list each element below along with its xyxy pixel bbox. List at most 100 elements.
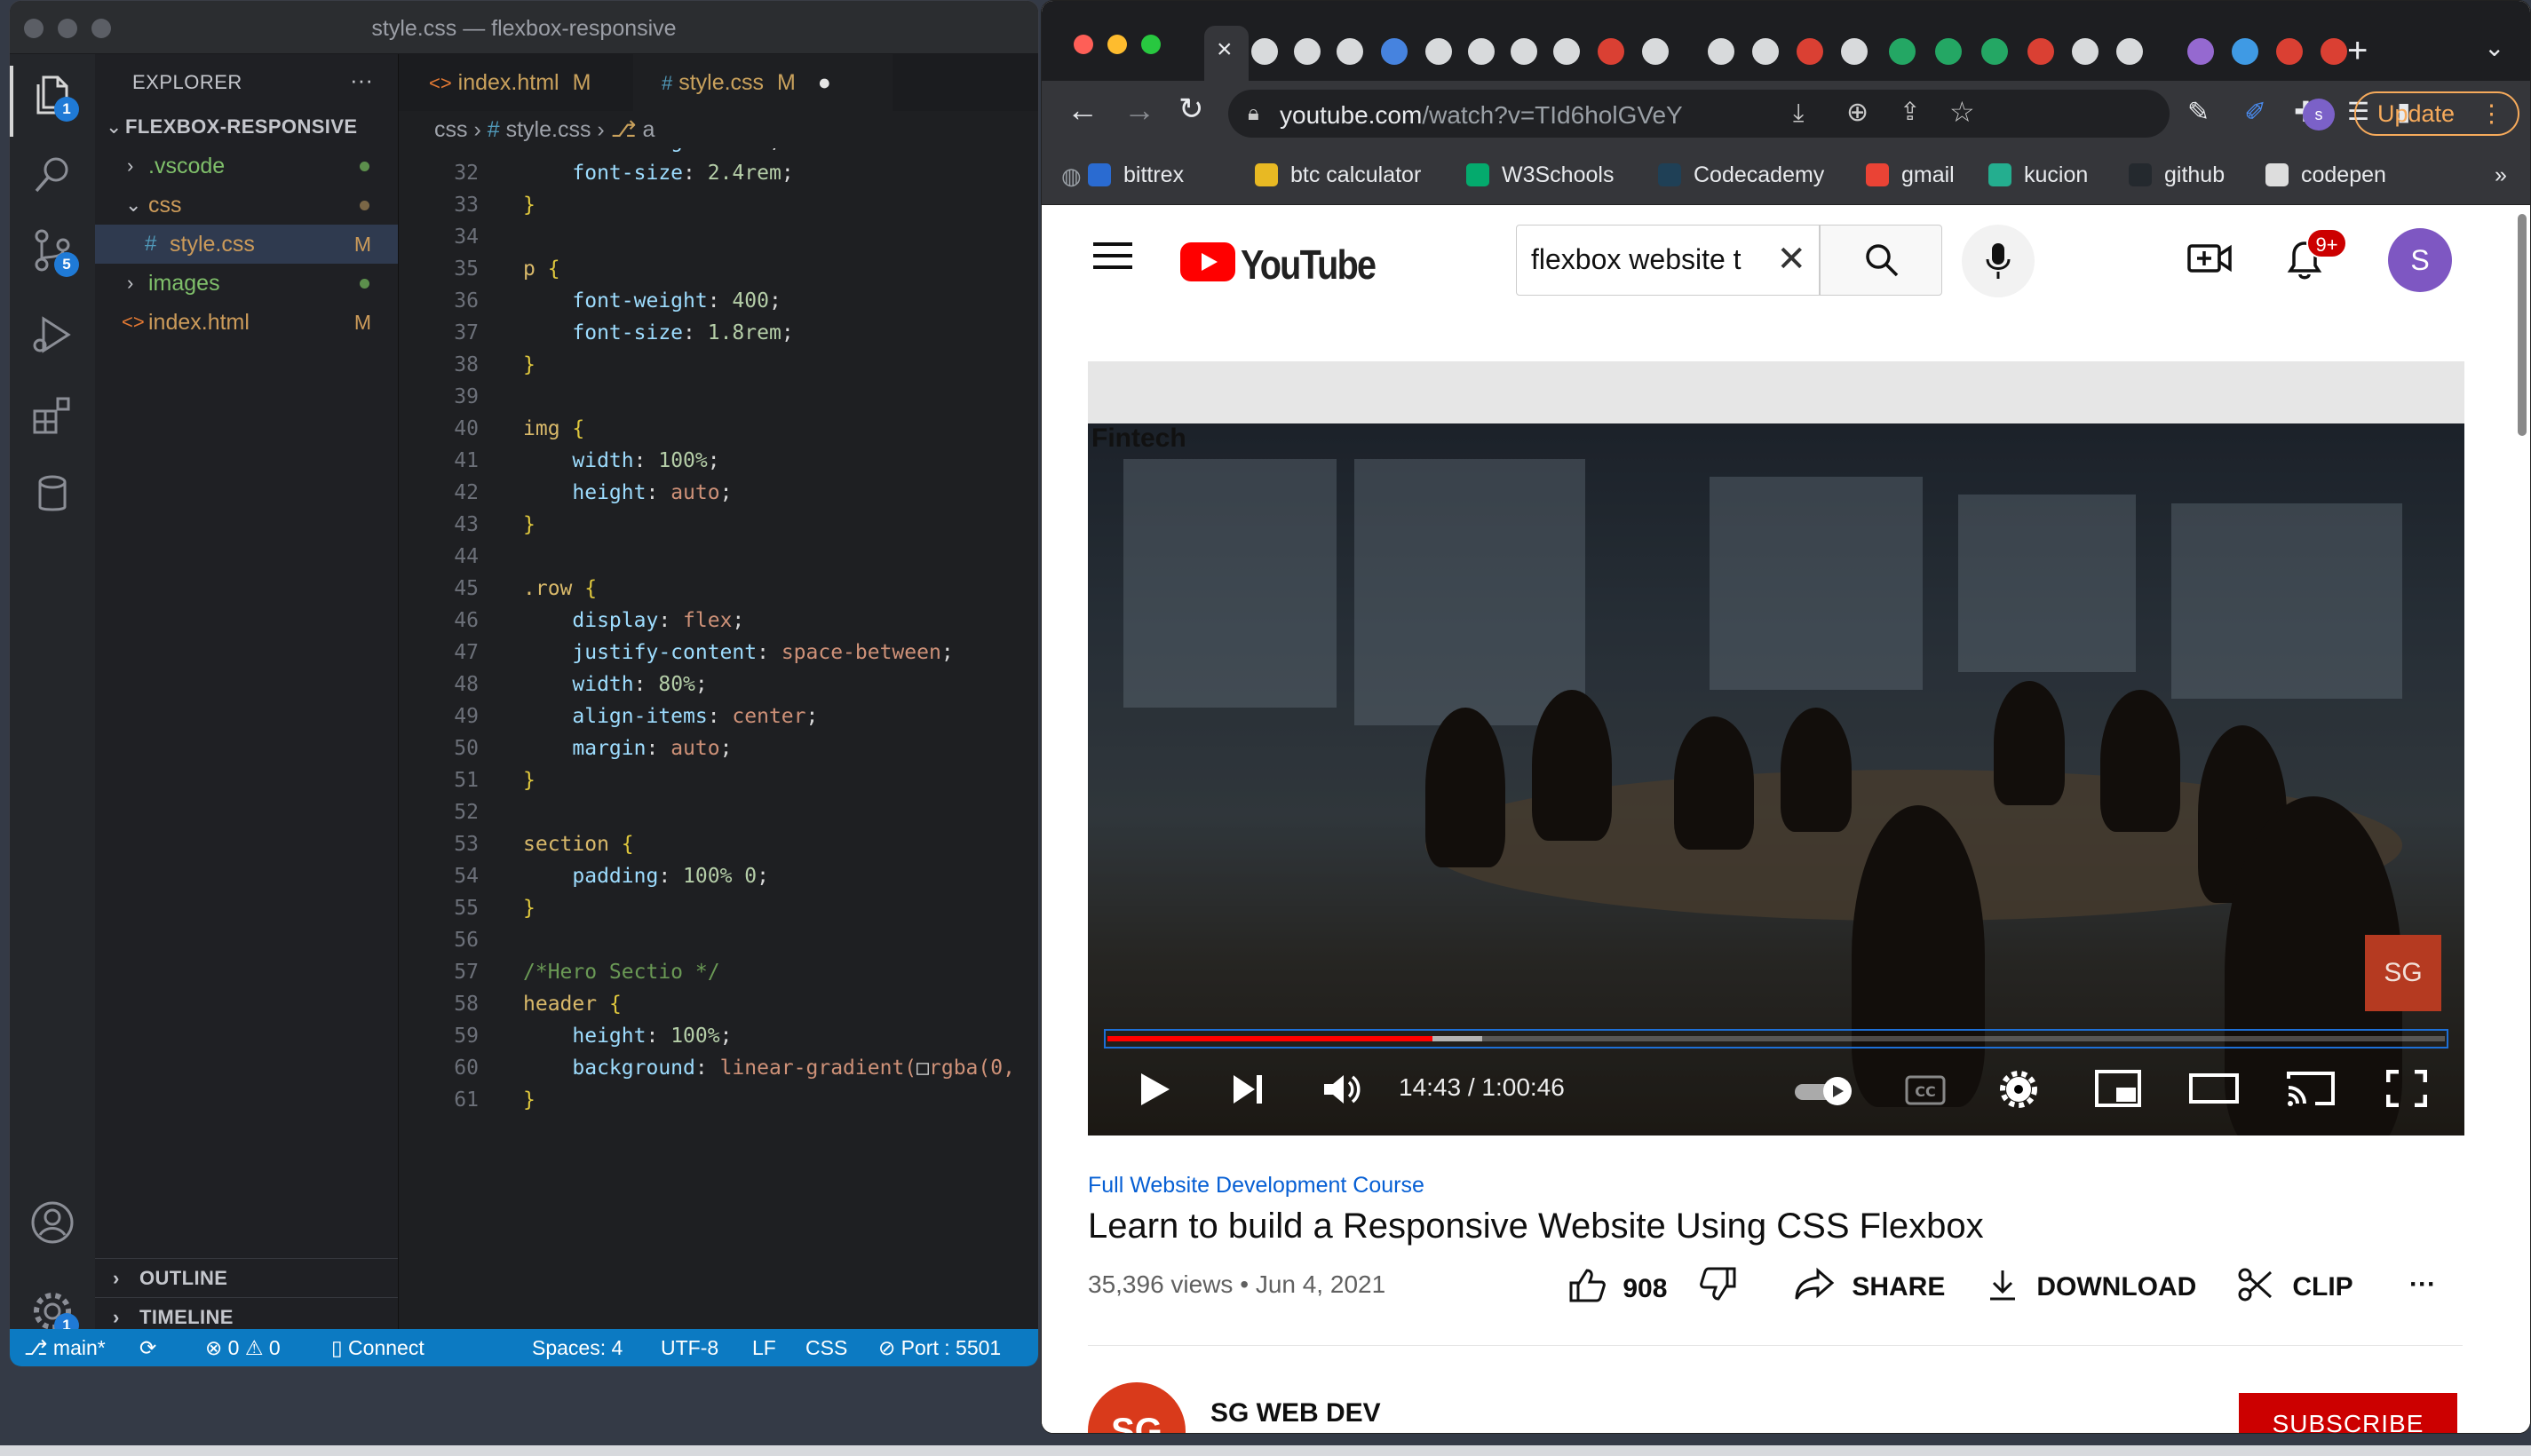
bookmark-gmail[interactable]: gmail bbox=[1866, 162, 1955, 188]
code-line[interactable]: 59 height: 100%; bbox=[399, 1020, 1038, 1052]
code-line[interactable]: 35 p { bbox=[399, 253, 1038, 285]
active-tab[interactable]: × bbox=[1204, 26, 1249, 81]
source-control-icon[interactable]: 5 bbox=[29, 227, 79, 277]
voice-search-button[interactable] bbox=[1962, 225, 2035, 297]
clip-button[interactable]: CLIP bbox=[2237, 1267, 2353, 1305]
tab-style-css[interactable]: # style.css M ● bbox=[633, 54, 893, 111]
bookmark-bittrex[interactable]: bittrex bbox=[1088, 162, 1184, 188]
bookmarks-overflow-button[interactable]: » bbox=[2495, 162, 2507, 188]
reload-icon[interactable]: ↻ bbox=[1178, 91, 1204, 127]
like-button[interactable]: 908 bbox=[1567, 1267, 1667, 1307]
pinned-tab-favicon[interactable] bbox=[1841, 38, 1868, 65]
account-avatar[interactable]: S bbox=[2388, 228, 2452, 292]
code-editor[interactable]: 31 font-weight: 800;32 font-size: 2.4rem… bbox=[399, 148, 1038, 1329]
forward-icon[interactable]: → bbox=[1123, 91, 1155, 129]
sync-icon[interactable]: ⟳ bbox=[139, 1329, 156, 1366]
volume-button[interactable] bbox=[1321, 1070, 1363, 1109]
code-line[interactable]: 45 .row { bbox=[399, 573, 1038, 605]
video-player[interactable]: Fintech SG 14:43 / 1:00:46 CC bbox=[1088, 361, 2464, 1136]
search-box[interactable]: ✕ bbox=[1516, 225, 1820, 296]
zoom-window-button[interactable] bbox=[1141, 35, 1161, 54]
code-line[interactable]: 40 img { bbox=[399, 413, 1038, 445]
search-button[interactable] bbox=[1820, 225, 1942, 296]
account-icon[interactable] bbox=[29, 1199, 75, 1246]
more-actions-button[interactable]: ··· bbox=[350, 67, 373, 94]
channel-name[interactable]: SG WEB DEV bbox=[1210, 1398, 1381, 1428]
progress-bar[interactable] bbox=[1107, 1036, 2445, 1041]
code-line[interactable]: 32 font-size: 2.4rem; bbox=[399, 157, 1038, 189]
install-icon[interactable]: ⤓ bbox=[1793, 99, 1804, 128]
code-line[interactable]: 38} bbox=[399, 349, 1038, 381]
create-video-icon[interactable] bbox=[2187, 241, 2232, 276]
breadcrumb-item[interactable]: css bbox=[434, 117, 468, 142]
code-line[interactable]: 53 section { bbox=[399, 828, 1038, 860]
live-server-status[interactable]: ⊘ Port : 5501 bbox=[878, 1329, 1001, 1366]
bookmark-w3schools[interactable]: W3Schools bbox=[1466, 162, 1614, 188]
search-input[interactable] bbox=[1531, 243, 1762, 276]
new-tab-button[interactable]: + bbox=[2347, 31, 2368, 71]
pinned-tab-favicon[interactable] bbox=[1642, 38, 1669, 65]
next-button[interactable] bbox=[1230, 1070, 1266, 1109]
play-button[interactable] bbox=[1138, 1070, 1173, 1109]
pinned-tab-favicon[interactable] bbox=[2116, 38, 2143, 65]
pinned-tab-favicon[interactable] bbox=[1251, 38, 1278, 65]
branch-status[interactable]: ⎇ main* bbox=[24, 1329, 106, 1366]
pinned-tab-favicon[interactable] bbox=[1598, 38, 1624, 65]
code-line[interactable]: 37 font-size: 1.8rem; bbox=[399, 317, 1038, 349]
encoding-status[interactable]: UTF-8 bbox=[661, 1329, 718, 1366]
subscribe-button[interactable]: SUBSCRIBE bbox=[2239, 1393, 2457, 1433]
tab-search-icon[interactable]: ⌄ bbox=[2484, 33, 2504, 62]
code-line[interactable]: 47 justify-content: space-between; bbox=[399, 637, 1038, 669]
bookmark-kucion[interactable]: kucion bbox=[1988, 162, 2088, 188]
code-line[interactable]: 49 align-items: center; bbox=[399, 700, 1038, 732]
share-icon[interactable]: ⇪ bbox=[1900, 97, 1920, 126]
indentation-status[interactable]: Spaces: 4 bbox=[532, 1329, 623, 1366]
close-icon[interactable]: × bbox=[1217, 35, 1233, 65]
code-line[interactable]: 58 header { bbox=[399, 988, 1038, 1020]
playlist-link[interactable]: Full Website Development Course bbox=[1088, 1173, 1424, 1199]
page-scrollbar[interactable] bbox=[2518, 214, 2527, 436]
pinned-tab-favicon[interactable] bbox=[1797, 38, 1823, 65]
pinned-tab-favicon[interactable] bbox=[1425, 38, 1452, 65]
outline-section[interactable]: › OUTLINE bbox=[95, 1258, 398, 1297]
code-line[interactable]: 43} bbox=[399, 509, 1038, 541]
pinned-tab-favicon[interactable] bbox=[2072, 38, 2099, 65]
bookmark-star-icon[interactable]: ☆ bbox=[1949, 95, 1975, 129]
code-line[interactable]: 54 padding: 100% 0; bbox=[399, 860, 1038, 892]
code-line[interactable]: 46 display: flex; bbox=[399, 605, 1038, 637]
code-line[interactable]: 33} bbox=[399, 189, 1038, 221]
code-line[interactable]: 56 bbox=[399, 924, 1038, 956]
code-line[interactable]: 41 width: 100%; bbox=[399, 445, 1038, 477]
breadcrumb-item[interactable]: a bbox=[642, 117, 655, 142]
pen-extension-icon[interactable]: ✎ bbox=[2187, 97, 2210, 128]
color-extension-icon[interactable]: ✐ bbox=[2244, 97, 2266, 128]
code-line[interactable]: 39 bbox=[399, 381, 1038, 413]
pinned-tab-favicon[interactable] bbox=[2187, 38, 2214, 65]
more-actions-button[interactable]: ··· bbox=[2409, 1267, 2436, 1302]
pinned-tab-favicon[interactable] bbox=[1294, 38, 1321, 65]
search-icon[interactable] bbox=[29, 152, 75, 198]
pinned-tab-favicon[interactable] bbox=[2232, 38, 2258, 65]
tree-item-index-html[interactable]: <> index.html M bbox=[95, 303, 398, 342]
tab-index-html[interactable]: <> index.html M bbox=[399, 54, 633, 111]
code-line[interactable]: 36 font-weight: 400; bbox=[399, 285, 1038, 317]
code-line[interactable]: 48 width: 80%; bbox=[399, 669, 1038, 700]
pinned-tab-favicon[interactable] bbox=[2027, 38, 2054, 65]
tree-item-vscode[interactable]: › .vscode bbox=[95, 146, 398, 186]
gear-icon[interactable]: 1 bbox=[29, 1288, 79, 1338]
bookmark-github[interactable]: github bbox=[2129, 162, 2225, 188]
cast-button[interactable] bbox=[2287, 1070, 2335, 1107]
breadcrumb-item[interactable]: style.css bbox=[506, 117, 591, 142]
address-bar[interactable]: 🔒︎ youtube.com/watch?v=TId6holGVeY ⤓ ⊕ ⇪… bbox=[1228, 90, 2170, 138]
miniplayer-button[interactable] bbox=[2095, 1070, 2141, 1107]
connect-status[interactable]: ▯ Connect bbox=[331, 1329, 424, 1366]
pinned-tab-favicon[interactable] bbox=[1935, 38, 1962, 65]
code-line[interactable]: 52 bbox=[399, 796, 1038, 828]
workspace-root[interactable]: ⌄ FLEXBOX-RESPONSIVE bbox=[95, 107, 398, 146]
code-line[interactable]: 50 margin: auto; bbox=[399, 732, 1038, 764]
language-status[interactable]: CSS bbox=[805, 1329, 847, 1366]
code-line[interactable]: 31 font-weight: 800; bbox=[399, 148, 1038, 157]
explorer-icon[interactable]: 1 bbox=[29, 72, 79, 122]
autoplay-toggle[interactable] bbox=[1793, 1075, 1857, 1107]
pinned-tab-favicon[interactable] bbox=[1381, 38, 1408, 65]
